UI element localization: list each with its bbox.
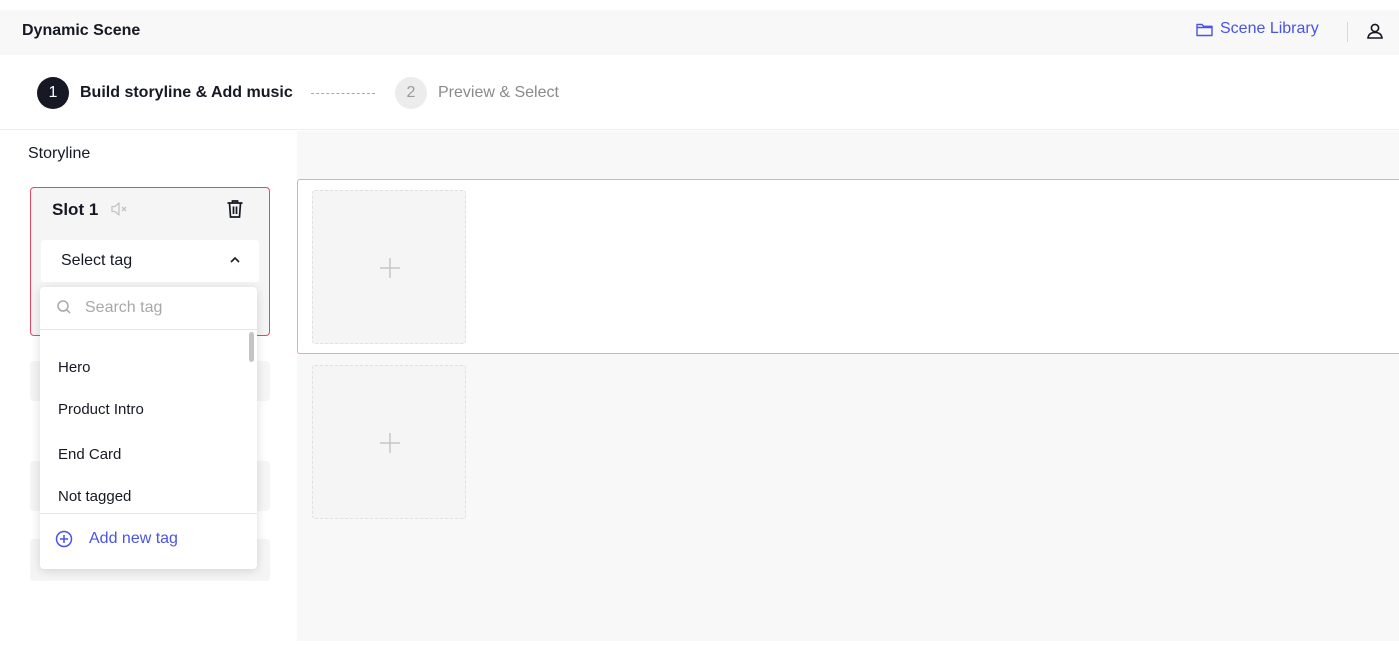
storyline-heading: Storyline	[28, 145, 91, 162]
add-clip-button[interactable]	[312, 365, 466, 519]
tag-option[interactable]: Not tagged	[58, 488, 131, 505]
tag-search-box	[40, 287, 257, 330]
step-label: Build storyline & Add music	[80, 84, 293, 101]
plus-icon	[380, 433, 400, 453]
add-new-tag-button[interactable]: Add new tag	[55, 530, 178, 548]
top-strip	[0, 0, 1399, 10]
stepper: 1 Build storyline & Add music 2 Preview …	[0, 55, 1399, 130]
tag-option[interactable]: End Card	[58, 446, 121, 463]
step-label: Preview & Select	[438, 84, 559, 101]
speaker-muted-icon[interactable]	[110, 201, 128, 217]
step-preview-select[interactable]: 2 Preview & Select	[395, 77, 559, 109]
step-connector	[311, 93, 375, 94]
search-icon	[57, 300, 71, 314]
tag-option[interactable]: Hero	[58, 359, 91, 376]
tag-select-label: Select tag	[61, 252, 133, 269]
dropdown-scrollbar[interactable]	[249, 332, 254, 362]
slot-title: Slot 1	[52, 200, 99, 219]
add-new-tag-label: Add new tag	[89, 530, 178, 547]
scene-library-link[interactable]: Scene Library	[1196, 20, 1319, 38]
plus-icon	[380, 258, 400, 278]
header-bar: Dynamic Scene Scene Library	[0, 10, 1399, 55]
tag-dropdown: Hero Product Intro End Card Not tagged A…	[40, 287, 257, 569]
tag-search-input[interactable]	[85, 297, 245, 319]
step-number: 1	[37, 77, 69, 109]
plus-circle-icon	[55, 530, 73, 548]
scene-library-label: Scene Library	[1220, 20, 1319, 37]
person-icon[interactable]	[1366, 22, 1384, 40]
tag-select[interactable]: Select tag	[41, 240, 259, 282]
step-number: 2	[395, 77, 427, 109]
folder-icon	[1196, 23, 1213, 36]
header-divider	[1347, 22, 1348, 42]
tag-option[interactable]: Product Intro	[58, 401, 144, 418]
trash-icon[interactable]	[226, 199, 244, 219]
step-build-storyline[interactable]: 1 Build storyline & Add music	[37, 77, 293, 109]
dropdown-divider	[40, 513, 257, 514]
page-title: Dynamic Scene	[22, 22, 141, 39]
chevron-up-icon	[230, 256, 240, 263]
slot-clips-area	[297, 131, 1399, 641]
add-clip-button[interactable]	[312, 190, 466, 344]
